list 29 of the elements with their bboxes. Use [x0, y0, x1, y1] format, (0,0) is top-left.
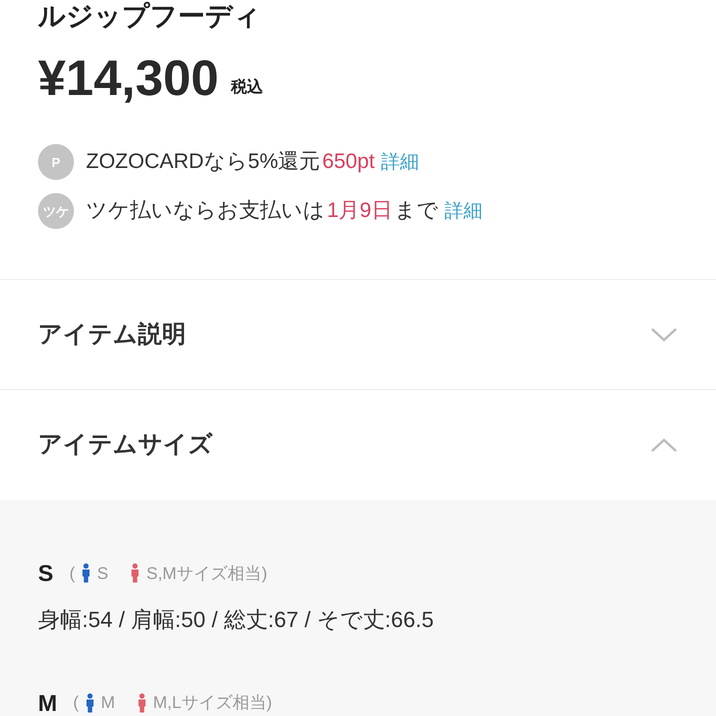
accordion-header[interactable]: アイテムサイズ	[0, 390, 716, 500]
badge-icon: P	[38, 144, 74, 180]
tax-note: 税込	[230, 77, 263, 98]
price: ¥14,300	[38, 52, 219, 104]
accordion-header[interactable]: アイテム説明	[0, 280, 716, 390]
mens-size: M	[100, 692, 116, 714]
mens-size: S	[97, 562, 108, 584]
womens-size: S,Mサイズ相当)	[146, 562, 268, 584]
badge-icon: ツケ	[38, 193, 74, 229]
measurements: 身幅:54 / 肩幅:50 / 総丈:67 / そで丈:66.5	[38, 606, 435, 634]
section-title: アイテムサイズ	[38, 430, 213, 460]
person-icon	[81, 563, 92, 584]
person-icon	[84, 692, 95, 713]
chevron-up-icon	[650, 437, 678, 453]
chevron-down-icon	[650, 326, 678, 342]
womens-size: M,Lサイズ相当)	[153, 692, 272, 714]
offer-text: まで	[394, 198, 438, 224]
section-title: アイテム説明	[38, 320, 186, 350]
offer-text: ZOZOCARDなら5%還元	[86, 149, 320, 176]
person-icon	[130, 563, 140, 584]
product-title: ルジップフーディ	[38, 0, 262, 32]
person-icon	[137, 692, 148, 713]
highlight-text: 1月9日	[327, 198, 392, 224]
size-label: M	[38, 688, 58, 716]
paren-text: (	[73, 692, 79, 714]
offer-text: ツケ払いならお支払いは	[86, 198, 325, 224]
highlight-text: 650pt	[322, 149, 375, 176]
size-label: S	[38, 559, 54, 588]
paren-text: (	[69, 562, 76, 584]
